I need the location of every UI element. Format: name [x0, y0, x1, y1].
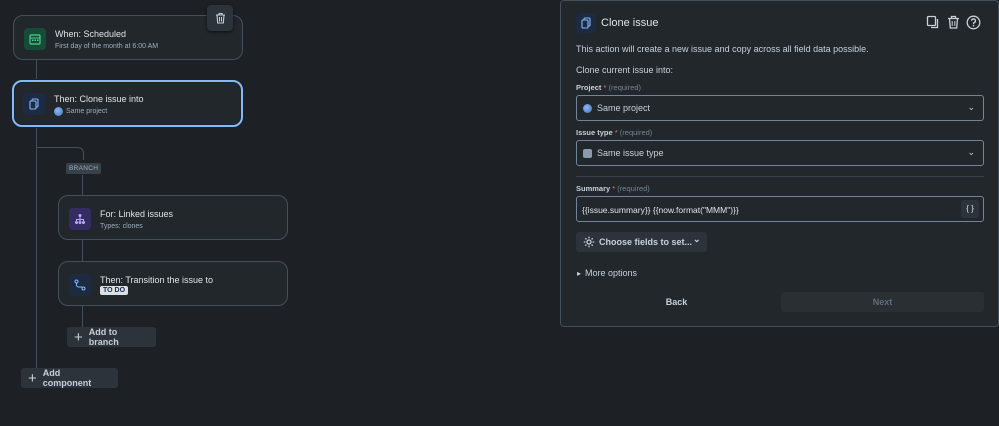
plus-icon: +: [28, 369, 37, 387]
issue-type-value: Same issue type: [597, 148, 664, 158]
linked-issues-card[interactable]: For: Linked issues Types: clones: [58, 195, 288, 240]
more-options-toggle[interactable]: ▸ More options: [577, 268, 637, 278]
clone-title: Then: Clone issue into: [54, 94, 144, 104]
help-icon: [966, 15, 980, 29]
summary-label: Summary * (required): [576, 184, 650, 193]
panel-title: Clone issue: [601, 17, 659, 29]
required-text: (required): [617, 184, 650, 193]
issue-type-label: Issue type * (required): [576, 128, 652, 137]
issue-type-label-text: Issue type: [576, 128, 613, 137]
required-text: (required): [608, 83, 642, 92]
status-lozenge: TO DO: [100, 286, 129, 295]
trash-icon: [947, 15, 959, 29]
delete-component-button[interactable]: [207, 5, 233, 31]
chevron-down-icon: ⌄: [967, 147, 975, 157]
add-component-label: Add component: [42, 368, 92, 388]
hierarchy-icon: [69, 208, 91, 230]
help-button[interactable]: [965, 14, 981, 30]
divider: [576, 176, 984, 177]
project-select[interactable]: Same project ⌄: [576, 95, 984, 121]
duplicate-button[interactable]: [925, 14, 941, 30]
clone-icon: [576, 13, 596, 33]
delete-button[interactable]: [945, 14, 961, 30]
calendar-icon: [24, 28, 46, 50]
trigger-title: When: Scheduled: [55, 29, 127, 39]
more-options-label: More options: [585, 268, 638, 278]
branch-connector-curve: [76, 147, 84, 160]
chevron-right-icon: ▸: [577, 269, 582, 278]
choose-fields-button[interactable]: Choose fields to set... ⌄: [576, 232, 707, 252]
choose-fields-label: Choose fields to set...: [599, 237, 693, 247]
issue-type-select[interactable]: Same issue type ⌄: [576, 140, 984, 166]
issue-type-icon: [583, 149, 592, 158]
required-star: *: [603, 83, 607, 92]
project-label: Project * (required): [576, 83, 641, 92]
back-button[interactable]: Back: [576, 292, 777, 312]
clone-icon: [23, 93, 45, 115]
required-star: *: [612, 184, 616, 193]
clone-issue-card[interactable]: Then: Clone issue into Same project: [12, 80, 243, 127]
clone-subtitle-text: Same project: [66, 108, 108, 115]
summary-value: {{issue.summary}} {{now.format("MMM")}}: [582, 205, 739, 215]
chevron-down-icon: ⌄: [693, 234, 701, 244]
summary-input[interactable]: {{issue.summary}} {{now.format("MMM")}} …: [576, 196, 984, 222]
clone-issue-panel: Clone issue This action will create a ne…: [560, 0, 999, 327]
smart-value-button[interactable]: { }: [961, 200, 979, 218]
summary-label-text: Summary: [576, 184, 611, 193]
branch-connector-h: [36, 147, 76, 148]
transition-card[interactable]: Then: Transition the issue to TO DO: [58, 261, 288, 306]
next-button[interactable]: Next: [781, 292, 984, 312]
clone-into-label: Clone current issue into:: [576, 65, 674, 75]
project-label-text: Project: [576, 83, 602, 92]
transition-status-wrap: TO DO: [100, 286, 129, 295]
chevron-down-icon: ⌄: [967, 102, 975, 112]
add-component-button[interactable]: + Add component: [21, 368, 118, 388]
clone-subtitle: Same project: [54, 107, 107, 116]
linked-subtitle: Types: clones: [100, 223, 143, 230]
add-to-branch-label: Add to branch: [88, 327, 119, 347]
branch-label: BRANCH: [66, 163, 102, 174]
project-avatar-icon: [583, 104, 592, 113]
required-text: (required): [619, 128, 653, 137]
trigger-subtitle: First day of the month at 6:00 AM: [55, 43, 159, 50]
gear-icon: [583, 236, 595, 248]
copy-icon: [926, 15, 939, 29]
project-value: Same project: [597, 103, 651, 113]
add-to-branch-button[interactable]: + Add to branch: [67, 327, 156, 347]
required-star: *: [614, 128, 618, 137]
trash-icon: [215, 12, 225, 24]
transition-icon: [69, 274, 91, 296]
linked-title: For: Linked issues: [100, 209, 174, 219]
panel-description: This action will create a new issue and …: [576, 44, 869, 54]
transition-title: Then: Transition the issue to: [100, 275, 214, 285]
project-avatar-icon: [54, 107, 63, 116]
plus-icon: +: [74, 328, 83, 346]
